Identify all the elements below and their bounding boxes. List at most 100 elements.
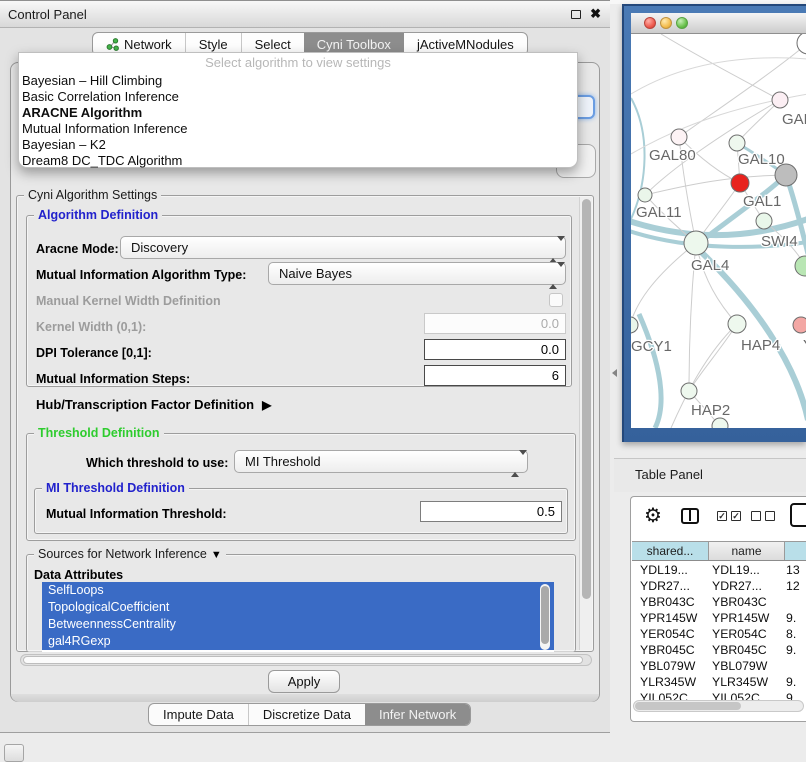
close-traffic-light[interactable] xyxy=(644,17,656,29)
table-row[interactable]: YER054CYER054C8. xyxy=(632,626,806,642)
zoom-traffic-light[interactable] xyxy=(676,17,688,29)
attribute-item-selected[interactable]: gal4RGexp xyxy=(42,633,554,650)
network-canvas[interactable]: GALGAL80GAL10GAL1GAL11SWI4GAL4HAP4YGCY1H… xyxy=(631,34,806,428)
table-row[interactable]: YBL079WYBL079W xyxy=(632,658,806,674)
gear-icon[interactable]: ⚙ xyxy=(644,503,662,528)
table-row[interactable]: YDR27...YDR27...12 xyxy=(632,578,806,594)
algorithm-option[interactable]: Basic Correlation Inference xyxy=(19,89,577,105)
scrollbar-thumb[interactable] xyxy=(582,199,591,599)
scrollbar-thumb[interactable] xyxy=(541,586,549,644)
mi-type-select[interactable]: Naive Bayes xyxy=(268,262,566,285)
table-cell[interactable]: YDR27... xyxy=(710,578,786,594)
table-row[interactable]: YBR043CYBR043C xyxy=(632,594,806,610)
table-cell[interactable]: YIL052C xyxy=(632,690,710,700)
which-threshold-select[interactable]: MI Threshold xyxy=(234,450,528,473)
algorithm-option[interactable]: Bayesian – K2 xyxy=(19,137,577,153)
close-icon[interactable]: ✖ xyxy=(590,6,601,22)
algorithm-option[interactable]: Dream8 DC_TDC Algorithm xyxy=(19,153,577,169)
mi-threshold-input[interactable] xyxy=(420,501,562,522)
manual-kernel-checkbox[interactable] xyxy=(549,293,563,307)
scrollbar-thumb[interactable] xyxy=(635,702,741,710)
tab-impute-data[interactable]: Impute Data xyxy=(149,704,248,725)
network-node-label: GAL11 xyxy=(636,204,682,221)
table-cell[interactable]: YBL079W xyxy=(632,658,710,674)
table-cell[interactable]: 9. xyxy=(786,610,806,626)
table-cell[interactable]: YER054C xyxy=(710,626,786,642)
table-row[interactable]: YPR145WYPR145W9. xyxy=(632,610,806,626)
network-node[interactable] xyxy=(729,135,745,151)
dpi-tolerance-input[interactable] xyxy=(424,339,566,360)
scrollbar-thumb[interactable] xyxy=(23,656,583,664)
table-cell[interactable]: 8. xyxy=(786,626,806,642)
table-cell[interactable]: YIL052C xyxy=(710,690,786,700)
network-node[interactable] xyxy=(638,188,652,202)
table-horizontal-scrollbar[interactable] xyxy=(633,700,804,712)
table-cell[interactable] xyxy=(786,658,806,674)
table-cell[interactable]: YPR145W xyxy=(710,610,786,626)
attribute-list-scrollbar[interactable] xyxy=(540,584,550,650)
network-node[interactable] xyxy=(793,317,806,333)
network-node[interactable] xyxy=(681,383,697,399)
tab-infer-network[interactable]: Infer Network xyxy=(365,704,470,725)
table-cell[interactable]: YBL079W xyxy=(710,658,786,674)
algorithm-option[interactable]: Bayesian – Hill Climbing xyxy=(19,73,577,89)
table-cell[interactable]: YER054C xyxy=(632,626,710,642)
tab-discretize-data[interactable]: Discretize Data xyxy=(248,704,365,725)
hub-definition-toggle[interactable]: Hub/Transcription Factor Definition▶ xyxy=(36,397,271,412)
table-cell[interactable]: 9. xyxy=(786,690,806,700)
minimize-traffic-light[interactable] xyxy=(660,17,672,29)
network-window-titlebar[interactable] xyxy=(631,13,806,34)
table-cell[interactable]: YLR345W xyxy=(710,674,786,690)
kernel-width-input[interactable] xyxy=(424,313,566,334)
table-row[interactable]: YBR045CYBR045C9. xyxy=(632,642,806,658)
combo-stepper-icon xyxy=(549,267,558,285)
table-cell[interactable]: YLR345W xyxy=(632,674,710,690)
attribute-item-selected[interactable]: TopologicalCoefficient xyxy=(42,599,554,616)
table-cell[interactable]: 13 xyxy=(786,562,806,578)
table-cell[interactable]: YPR145W xyxy=(632,610,710,626)
network-node[interactable] xyxy=(728,315,746,333)
table-cell[interactable]: YBR045C xyxy=(632,642,710,658)
divider-collapse-icon[interactable] xyxy=(612,369,617,377)
select-all-checkboxes-icon[interactable]: ✓✓ xyxy=(717,511,741,521)
network-node[interactable] xyxy=(795,256,806,276)
algorithm-option[interactable]: Mutual Information Inference xyxy=(19,121,577,137)
attribute-item-selected[interactable]: SelfLoops xyxy=(42,582,554,599)
table-cell[interactable]: YDR27... xyxy=(632,578,710,594)
aracne-mode-select[interactable]: Discovery xyxy=(120,236,566,259)
column-browser-icon[interactable] xyxy=(681,508,699,524)
table-row[interactable]: YDL19...YDL19...13 xyxy=(632,562,806,578)
export-table-icon[interactable] xyxy=(790,503,806,527)
network-node[interactable] xyxy=(731,174,749,192)
sources-group-title[interactable]: Sources for Network Inference▼ xyxy=(34,547,226,561)
mi-steps-input[interactable] xyxy=(424,365,566,386)
table-row[interactable]: YIL052CYIL052C9. xyxy=(632,690,806,700)
table-cell[interactable]: YBR045C xyxy=(710,642,786,658)
algorithm-option-selected[interactable]: ARACNE Algorithm xyxy=(19,105,577,121)
column-header-name[interactable]: name xyxy=(709,542,785,560)
deselect-all-checkboxes-icon[interactable] xyxy=(751,511,775,521)
network-node[interactable] xyxy=(631,317,638,333)
table-cell[interactable]: YBR043C xyxy=(710,594,786,610)
network-node[interactable] xyxy=(684,231,708,255)
table-cell[interactable] xyxy=(786,594,806,610)
table-cell[interactable]: 9. xyxy=(786,642,806,658)
table-cell[interactable]: YDL19... xyxy=(710,562,786,578)
network-node[interactable] xyxy=(756,213,772,229)
network-node[interactable] xyxy=(772,92,788,108)
network-node[interactable] xyxy=(671,129,687,145)
table-cell[interactable]: 9. xyxy=(786,674,806,690)
column-header-partial[interactable] xyxy=(785,542,806,560)
table-cell[interactable]: YBR043C xyxy=(632,594,710,610)
apply-button[interactable]: Apply xyxy=(268,670,340,693)
table-row[interactable]: YLR345WYLR345W9. xyxy=(632,674,806,690)
table-cell[interactable]: 12 xyxy=(786,578,806,594)
table-cell[interactable]: YDL19... xyxy=(632,562,710,578)
settings-horizontal-scrollbar[interactable] xyxy=(20,654,592,666)
network-node[interactable] xyxy=(775,164,797,186)
detached-mini-button[interactable] xyxy=(4,744,24,762)
float-window-icon[interactable] xyxy=(571,10,581,19)
attribute-item-selected[interactable]: BetweennessCentrality xyxy=(42,616,554,633)
column-header-shared-name[interactable]: shared... xyxy=(632,542,709,560)
settings-vertical-scrollbar[interactable] xyxy=(579,197,592,650)
